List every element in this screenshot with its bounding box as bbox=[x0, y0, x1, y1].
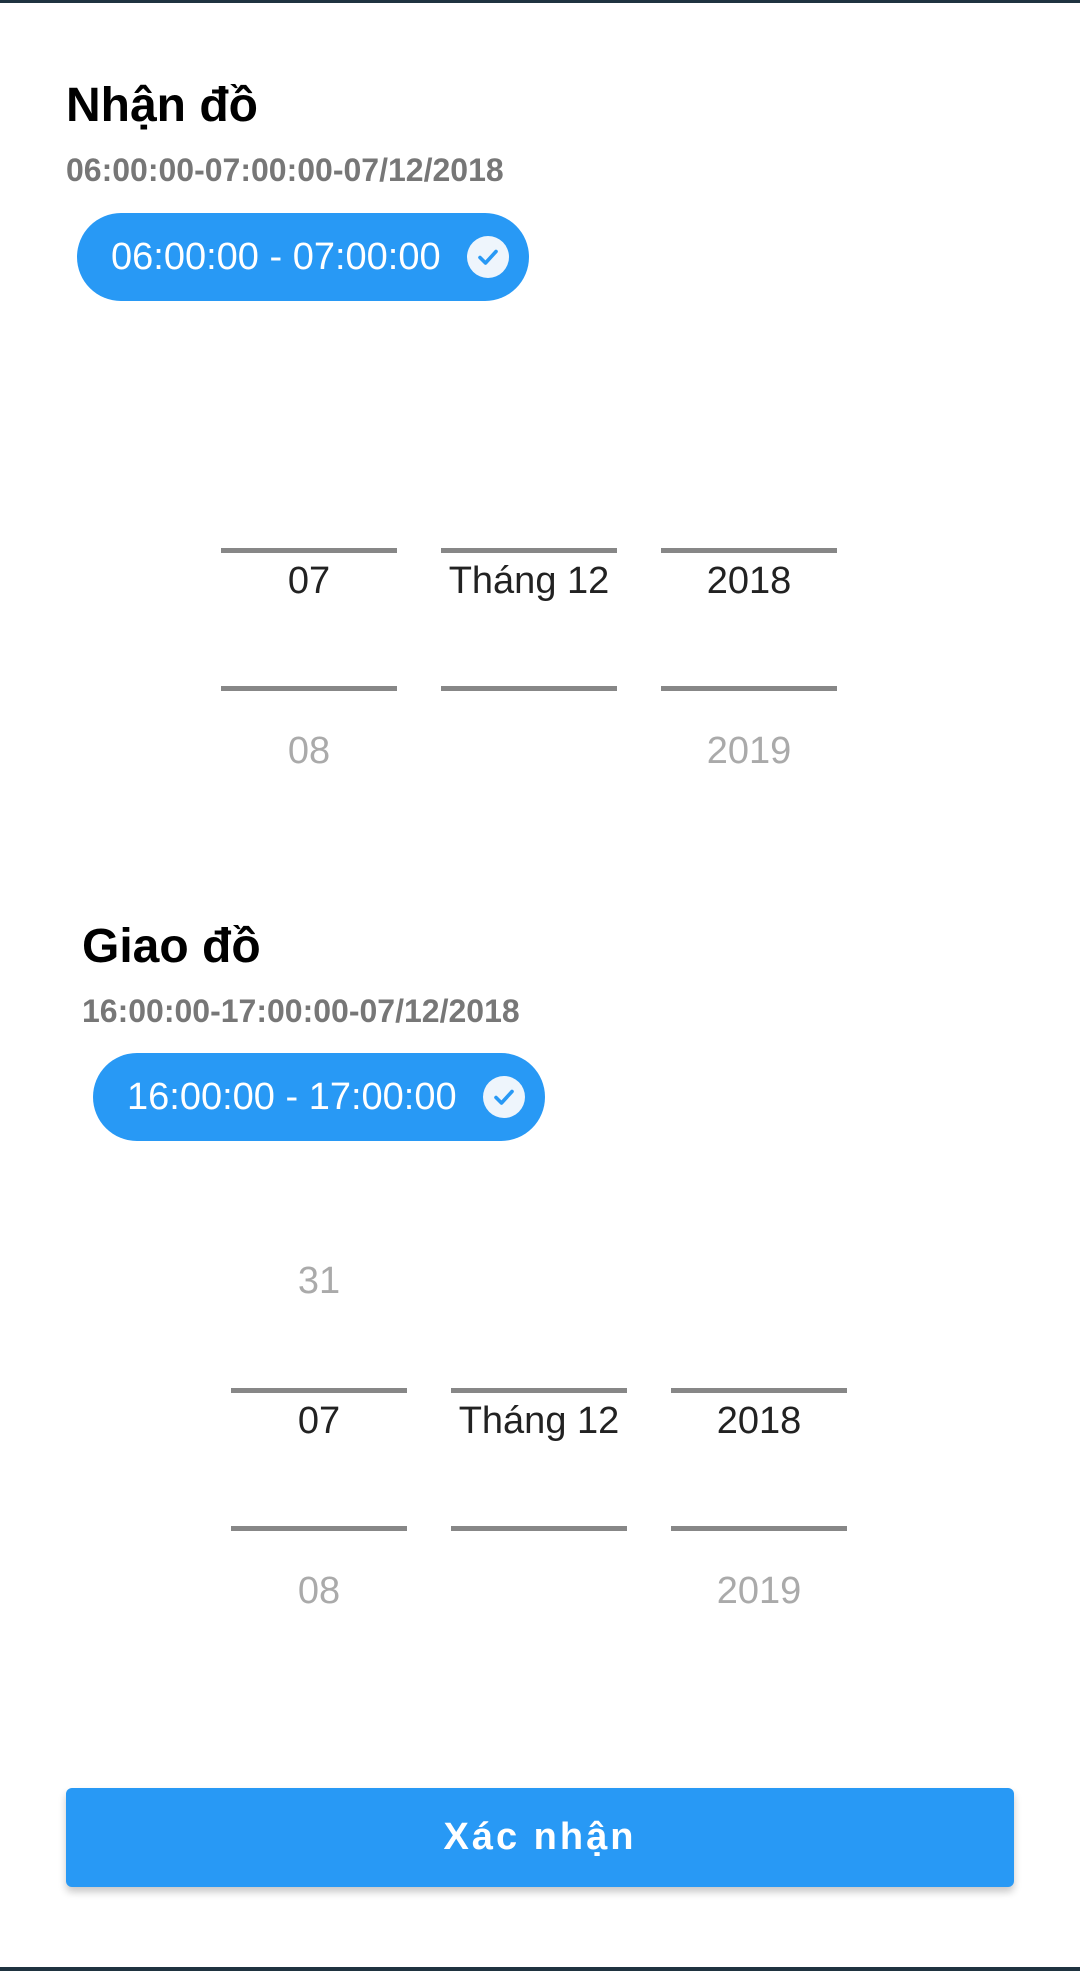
delivery-day-prev[interactable]: 31 bbox=[231, 1262, 407, 1300]
pickup-month-wheel[interactable]: Tháng 12 bbox=[441, 388, 617, 788]
pickup-year-divider-bottom bbox=[661, 686, 837, 691]
delivery-year-selected[interactable]: 2018 bbox=[671, 1402, 847, 1440]
pickup-time-slot-chip[interactable]: 06:00:00 - 07:00:00 bbox=[77, 213, 529, 301]
delivery-day-wheel[interactable]: 31 07 08 bbox=[231, 1228, 407, 1628]
pickup-day-divider-top bbox=[221, 548, 397, 553]
pickup-month-selected[interactable]: Tháng 12 bbox=[441, 562, 617, 600]
delivery-summary: 16:00:00-17:00:00-07/12/2018 bbox=[82, 993, 520, 1029]
delivery-month-divider-top bbox=[451, 1388, 627, 1393]
delivery-year-wheel[interactable]: 2018 2019 bbox=[671, 1228, 847, 1628]
pickup-day-selected[interactable]: 07 bbox=[221, 562, 397, 600]
delivery-year-next[interactable]: 2019 bbox=[671, 1572, 847, 1610]
delivery-day-divider-top bbox=[231, 1388, 407, 1393]
delivery-month-divider-bottom bbox=[451, 1526, 627, 1531]
pickup-year-selected[interactable]: 2018 bbox=[661, 562, 837, 600]
delivery-month-selected[interactable]: Tháng 12 bbox=[451, 1402, 627, 1440]
pickup-title: Nhận đồ bbox=[66, 79, 258, 132]
confirm-button[interactable]: Xác nhận bbox=[66, 1788, 1014, 1887]
delivery-day-divider-bottom bbox=[231, 1526, 407, 1531]
delivery-time-slot-label: 16:00:00 - 17:00:00 bbox=[127, 1075, 457, 1118]
pickup-date-picker: 07 08 Tháng 12 2018 2019 bbox=[221, 388, 841, 788]
pickup-year-divider-top bbox=[661, 548, 837, 553]
delivery-title: Giao đồ bbox=[82, 920, 261, 973]
delivery-year-divider-bottom bbox=[671, 1526, 847, 1531]
delivery-time-slot-chip[interactable]: 16:00:00 - 17:00:00 bbox=[93, 1053, 545, 1141]
pickup-month-divider-bottom bbox=[441, 686, 617, 691]
pickup-summary: 06:00:00-07:00:00-07/12/2018 bbox=[66, 152, 504, 188]
pickup-day-divider-bottom bbox=[221, 686, 397, 691]
top-status-edge bbox=[0, 0, 1080, 3]
delivery-day-selected[interactable]: 07 bbox=[231, 1402, 407, 1440]
pickup-year-wheel[interactable]: 2018 2019 bbox=[661, 388, 837, 788]
pickup-month-divider-top bbox=[441, 548, 617, 553]
pickup-day-next[interactable]: 08 bbox=[221, 732, 397, 770]
pickup-year-next[interactable]: 2019 bbox=[661, 732, 837, 770]
check-circle-icon bbox=[467, 236, 509, 278]
delivery-month-wheel[interactable]: Tháng 12 bbox=[451, 1228, 627, 1628]
bottom-edge bbox=[0, 1967, 1080, 1971]
pickup-day-wheel[interactable]: 07 08 bbox=[221, 388, 397, 788]
check-circle-icon bbox=[483, 1076, 525, 1118]
delivery-date-picker: 31 07 08 Tháng 12 2018 2019 bbox=[231, 1228, 851, 1628]
delivery-year-divider-top bbox=[671, 1388, 847, 1393]
pickup-time-slot-label: 06:00:00 - 07:00:00 bbox=[111, 235, 441, 278]
delivery-day-next[interactable]: 08 bbox=[231, 1572, 407, 1610]
